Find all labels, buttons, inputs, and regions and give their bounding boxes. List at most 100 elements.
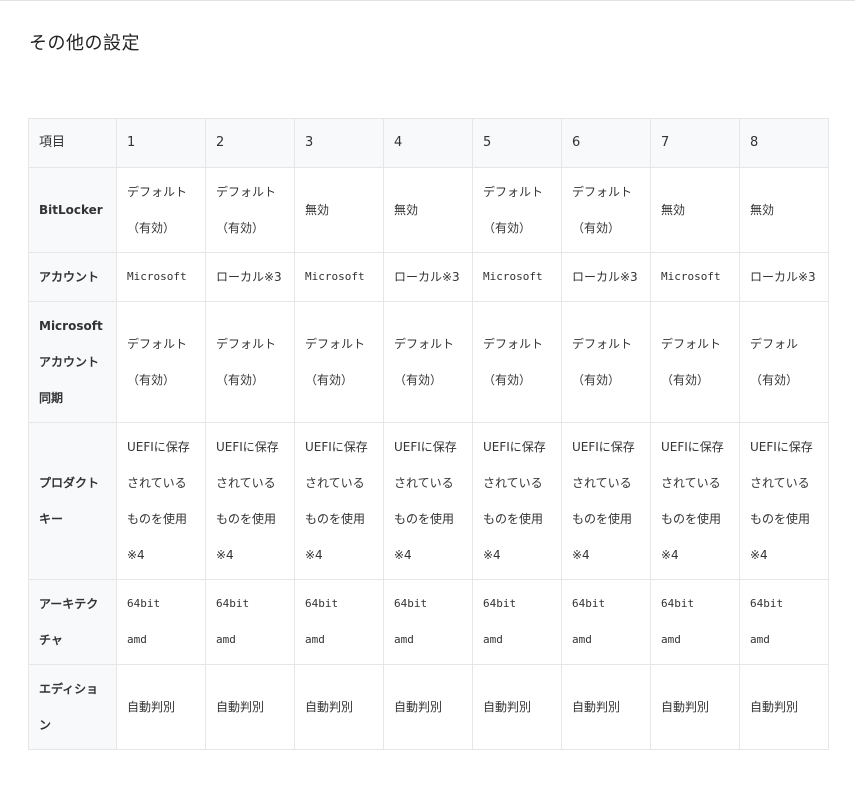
table-cell: Microsoft	[294, 252, 384, 302]
cell-text: （有効）	[483, 221, 532, 235]
table-cell: UEFIに保存 されている ものを使用 ※4	[472, 422, 562, 580]
cell-text: （有効）	[661, 373, 710, 387]
cell-text: デフォル	[750, 337, 799, 351]
table-cell: 自動判別	[739, 664, 829, 750]
section-title: その他の設定	[29, 33, 140, 54]
table-cell: ローカル※3	[383, 252, 473, 302]
table-cell: 64bit amd	[739, 579, 829, 665]
row-label: BitLocker	[39, 203, 103, 217]
table-row: Microsoftアカウント同期 デフォルト （有効） デフォルト （有効） デフォルト （…	[28, 301, 829, 423]
cell-text: 無効	[305, 203, 330, 217]
cell-text: 自動判別	[394, 700, 443, 714]
cell-text: UEFIに保存	[216, 440, 279, 454]
cell-text: されている	[572, 476, 632, 490]
cell-text: デフォルト	[216, 337, 277, 351]
cell-text: ※4	[483, 548, 501, 562]
settings-table: 項目 1 2 3 4 5 6 7 8 BitLocker デフォルト （有効） デフォ…	[28, 118, 829, 750]
table-cell: Microsoft	[472, 252, 562, 302]
cell-text: Microsoft	[127, 270, 187, 283]
cell-text: （有効）	[127, 221, 176, 235]
cell-text: デフォルト	[572, 185, 633, 199]
cell-text: 無効	[661, 203, 686, 217]
cell-text: デフォルト	[127, 185, 188, 199]
cell-text: されている	[661, 476, 721, 490]
table-body: 項目 1 2 3 4 5 6 7 8 BitLocker デフォルト （有効） デフォ…	[28, 118, 829, 750]
cell-text: （有効）	[216, 373, 265, 387]
table-cell: UEFIに保存 されている ものを使用 ※4	[650, 422, 740, 580]
cell-text: デフォルト	[305, 337, 366, 351]
row-label-cell: エディション	[28, 664, 117, 750]
table-cell: 自動判別	[383, 664, 473, 750]
column-header-5: 5	[472, 118, 562, 168]
cell-text: Microsoft	[305, 270, 365, 283]
cell-text: UEFIに保存	[572, 440, 635, 454]
table-cell: 自動判別	[294, 664, 384, 750]
cell-text: （有効）	[216, 221, 265, 235]
cell-text: ものを使用	[216, 512, 277, 526]
table-cell: 64bit amd	[561, 579, 651, 665]
table-cell: ローカル※3	[739, 252, 829, 302]
table-cell: デフォルト （有効）	[383, 301, 473, 423]
cell-text: ものを使用	[483, 512, 544, 526]
table-cell: Microsoft	[116, 252, 206, 302]
cell-text: ※4	[661, 548, 679, 562]
cell-text: UEFIに保存	[127, 440, 190, 454]
cell-text: （有効）	[394, 373, 443, 387]
table-header-row: 項目 1 2 3 4 5 6 7 8	[28, 118, 829, 168]
table-cell: UEFIに保存 されている ものを使用 ※4	[205, 422, 295, 580]
cell-text: されている	[127, 476, 187, 490]
table-cell: デフォル （有効）	[739, 301, 829, 423]
cell-text: ローカル※3	[750, 270, 816, 284]
cell-text: されている	[483, 476, 543, 490]
cell-text: 64bit	[483, 597, 517, 610]
table-cell: UEFIに保存 されている ものを使用 ※4	[116, 422, 206, 580]
cell-text: 64bit	[305, 597, 339, 610]
cell-text: UEFIに保存	[661, 440, 724, 454]
table-cell: 自動判別	[116, 664, 206, 750]
table-cell: 無効	[294, 167, 384, 253]
cell-text: amd	[661, 633, 681, 646]
cell-text: amd	[483, 633, 503, 646]
column-header-8: 8	[739, 118, 829, 168]
row-label-cell: アカウント	[28, 252, 117, 302]
cell-text: amd	[305, 633, 325, 646]
cell-text: 64bit	[750, 597, 784, 610]
cell-text: 自動判別	[661, 700, 710, 714]
cell-text: 自動判別	[127, 700, 176, 714]
cell-text: UEFIに保存	[394, 440, 457, 454]
cell-text: 自動判別	[216, 700, 265, 714]
table-cell: ローカル※3	[561, 252, 651, 302]
table-cell: デフォルト （有効）	[472, 167, 562, 253]
table-cell: デフォルト （有効）	[116, 301, 206, 423]
table-cell: ローカル※3	[205, 252, 295, 302]
cell-text: されている	[394, 476, 454, 490]
cell-text: ※4	[572, 548, 590, 562]
cell-text: デフォルト	[394, 337, 455, 351]
table-cell: デフォルト （有効）	[294, 301, 384, 423]
cell-text: ものを使用	[127, 512, 188, 526]
table-cell: UEFIに保存 されている ものを使用 ※4	[294, 422, 384, 580]
cell-text: デフォルト	[216, 185, 277, 199]
cell-text: （有効）	[572, 221, 621, 235]
table-cell: 自動判別	[205, 664, 295, 750]
table-cell: UEFIに保存 されている ものを使用 ※4	[739, 422, 829, 580]
row-label: アーキテクチャ	[39, 597, 99, 647]
table-cell: デフォルト （有効）	[561, 301, 651, 423]
cell-text: ※4	[305, 548, 323, 562]
row-label-cell: Microsoftアカウント同期	[28, 301, 117, 423]
table-row: アカウント Microsoft ローカル※3 Microsoft ローカル※3 Micro…	[28, 252, 829, 302]
column-header-4: 4	[383, 118, 473, 168]
cell-text: ※4	[216, 548, 234, 562]
table-row: エディション 自動判別 自動判別 自動判別 自動判別 自動判別 自動判別 自動判別 自動判別	[28, 664, 829, 750]
table-cell: デフォルト （有効）	[650, 301, 740, 423]
cell-text: Microsoft	[483, 270, 543, 283]
table-cell: 64bit amd	[205, 579, 295, 665]
cell-text: ローカル※3	[394, 270, 460, 284]
cell-text: UEFIに保存	[305, 440, 368, 454]
row-label: プロダクトキー	[39, 476, 100, 526]
row-label: エディション	[39, 682, 99, 732]
table-cell: 64bit amd	[650, 579, 740, 665]
cell-text: 64bit	[127, 597, 161, 610]
cell-text: ※4	[394, 548, 412, 562]
cell-text: 自動判別	[483, 700, 532, 714]
